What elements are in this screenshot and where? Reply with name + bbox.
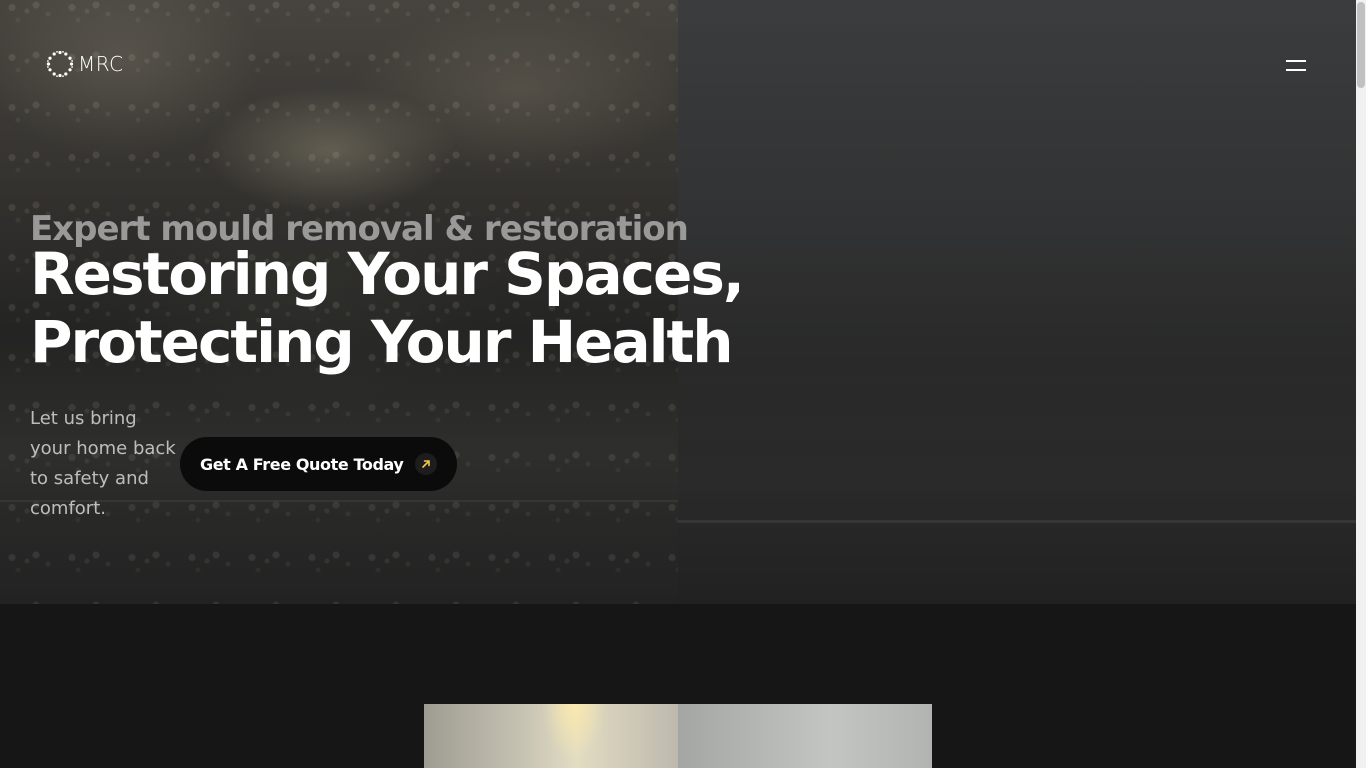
scrollbar-thumb[interactable] <box>1357 2 1365 88</box>
headline-line-2: Protecting Your Health <box>30 308 734 376</box>
after-image <box>678 704 932 768</box>
scrollbar-track[interactable] <box>1356 0 1366 768</box>
arrow-up-right-icon <box>415 453 438 475</box>
headline-line-1: Restoring Your Spaces, <box>30 240 745 308</box>
get-quote-button[interactable]: Get A Free Quote Today <box>180 437 458 491</box>
hero-section: MRC Expert mould removal & restoration R… <box>0 0 1356 604</box>
logo-text: MRC <box>78 52 124 76</box>
before-after-image <box>424 704 932 768</box>
dotted-circle-icon <box>46 50 74 78</box>
menu-line-bottom <box>1286 69 1306 71</box>
logo-link[interactable]: MRC <box>46 50 124 78</box>
hero-subtext: Let us bring your home back to safety an… <box>30 408 176 519</box>
get-quote-label: Get A Free Quote Today <box>200 454 404 474</box>
page: MRC Expert mould removal & restoration R… <box>0 0 1366 768</box>
before-image <box>424 704 678 768</box>
hero-headline: Restoring Your Spaces, Protecting Your H… <box>30 240 750 376</box>
menu-line-top <box>1286 60 1306 62</box>
hamburger-menu-icon[interactable] <box>1284 56 1308 74</box>
